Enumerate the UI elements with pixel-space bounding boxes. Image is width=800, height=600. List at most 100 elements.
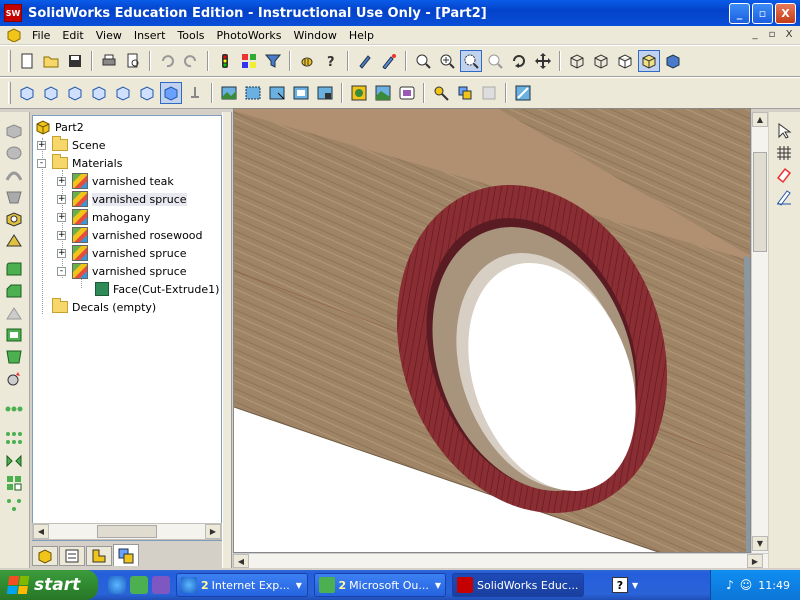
menu-photoworks[interactable]: PhotoWorks [211,29,288,42]
edit-sketch-icon[interactable] [378,50,400,72]
top-view-icon[interactable] [112,82,134,104]
zoom-in-icon[interactable] [436,50,458,72]
select-arrow-icon[interactable] [775,122,793,140]
render-to-file-icon[interactable] [314,82,336,104]
revolve-cut-icon[interactable] [4,232,24,250]
expand-toggle[interactable]: + [57,248,66,258]
circular-pattern-icon[interactable] [4,430,24,448]
restore-button[interactable]: ▫ [752,3,773,24]
tree-item-material[interactable]: + mahogany [57,208,150,226]
tree-item-scene[interactable]: + Scene [37,136,106,154]
draft-icon[interactable] [4,348,24,366]
zoom-fit-icon[interactable] [412,50,434,72]
sketch-driven-pattern-icon[interactable] [4,496,24,514]
tree-item-material[interactable]: - varnished spruce [57,262,187,280]
collapse-toggle[interactable]: - [57,266,66,276]
doc-minimize-button[interactable]: _ [748,28,762,41]
scene-icon[interactable] [372,82,394,104]
doc-restore-button[interactable]: ▫ [765,28,779,41]
internet-explorer-icon[interactable] [108,576,126,594]
render-last-icon[interactable] [290,82,312,104]
hole-wizard-icon[interactable] [4,370,24,388]
toolbar-grip[interactable] [8,82,11,104]
render-icon[interactable] [218,82,240,104]
undo-icon[interactable] [156,50,178,72]
wireframe-icon[interactable] [566,50,588,72]
scroll-right-arrow-icon[interactable]: ▶ [747,554,763,568]
zoom-area-icon[interactable] [460,50,482,72]
menu-edit[interactable]: Edit [56,29,89,42]
tree-item-materials[interactable]: - Materials [37,154,122,172]
back-view-icon[interactable] [40,82,62,104]
front-view-icon[interactable] [16,82,38,104]
shaded-with-edges-icon[interactable] [638,50,660,72]
open-folder-icon[interactable] [40,50,62,72]
scroll-left-arrow-icon[interactable]: ◀ [33,524,49,539]
tree-root[interactable]: Part2 [35,118,84,136]
isometric-view-icon[interactable] [160,82,182,104]
eraser-icon[interactable] [775,166,793,184]
property-manager-tab[interactable] [59,546,85,566]
scroll-thumb[interactable] [97,525,157,538]
print-preview-icon[interactable] [122,50,144,72]
graphics-viewport[interactable] [233,108,751,553]
extrude-cut-icon[interactable] [4,210,24,228]
menu-tools[interactable]: Tools [171,29,210,42]
volume-icon[interactable]: ♪ [726,578,734,592]
help-icon[interactable]: ? [320,50,342,72]
new-document-icon[interactable] [16,50,38,72]
shaded-icon[interactable] [662,50,684,72]
print-icon[interactable] [98,50,120,72]
part-document-icon[interactable] [6,28,22,42]
chamfer-icon[interactable] [4,282,24,300]
scroll-right-arrow-icon[interactable]: ▶ [205,524,221,539]
expand-toggle[interactable]: + [57,176,66,186]
menu-window[interactable]: Window [287,29,342,42]
decal-icon[interactable] [396,82,418,104]
user-icon[interactable]: ☺ [740,578,753,592]
photoworks-tab[interactable] [113,544,139,566]
outlook-express-icon[interactable] [130,576,148,594]
pencil-icon[interactable] [354,50,376,72]
help-question-icon[interactable]: ? [612,577,628,593]
bee-icon[interactable] [296,50,318,72]
menu-insert[interactable]: Insert [128,29,172,42]
curve-driven-pattern-icon[interactable] [4,474,24,492]
collapse-toggle[interactable]: - [37,158,46,168]
options-icon[interactable] [454,82,476,104]
expand-toggle[interactable]: + [37,140,46,150]
linear-pattern-icon[interactable] [4,400,24,418]
revolve-boss-icon[interactable] [4,144,24,162]
feature-manager-tab[interactable] [32,546,58,566]
viewport-horizontal-scrollbar[interactable]: ◀ ▶ [233,553,768,568]
redo-icon[interactable] [180,50,202,72]
right-view-icon[interactable] [88,82,110,104]
pan-icon[interactable] [532,50,554,72]
close-button[interactable]: X [775,3,796,24]
hidden-lines-visible-icon[interactable] [590,50,612,72]
sketch-pencil-icon[interactable] [775,188,793,206]
minimize-button[interactable]: _ [729,3,750,24]
menu-file[interactable]: File [26,29,56,42]
fillet-icon[interactable] [4,260,24,278]
expand-toggle[interactable]: + [57,230,66,240]
rib-icon[interactable] [4,304,24,322]
left-view-icon[interactable] [64,82,86,104]
scroll-up-arrow-icon[interactable]: ▲ [752,112,768,127]
rotate-icon[interactable] [508,50,530,72]
start-button[interactable]: start [0,570,98,600]
tree-item-material-selected[interactable]: + varnished spruce [57,190,187,208]
title-bar[interactable]: SW SolidWorks Education Edition - Instru… [0,0,800,26]
task-microsoft-outlook[interactable]: 2 Microsoft Ou... ▼ [314,573,446,597]
hidden-lines-removed-icon[interactable] [614,50,636,72]
task-solidworks[interactable]: SolidWorks Educ... [452,573,584,597]
material-icon[interactable] [348,82,370,104]
clock[interactable]: 11:49 [758,579,790,592]
tree-item-material[interactable]: + varnished spruce [57,244,187,262]
grid-icon[interactable] [775,144,793,162]
options-grid-icon[interactable] [238,50,260,72]
tree-item-decals[interactable]: Decals (empty) [52,298,156,316]
bottom-view-icon[interactable] [136,82,158,104]
select-filter-icon[interactable] [262,50,284,72]
save-icon[interactable] [64,50,86,72]
